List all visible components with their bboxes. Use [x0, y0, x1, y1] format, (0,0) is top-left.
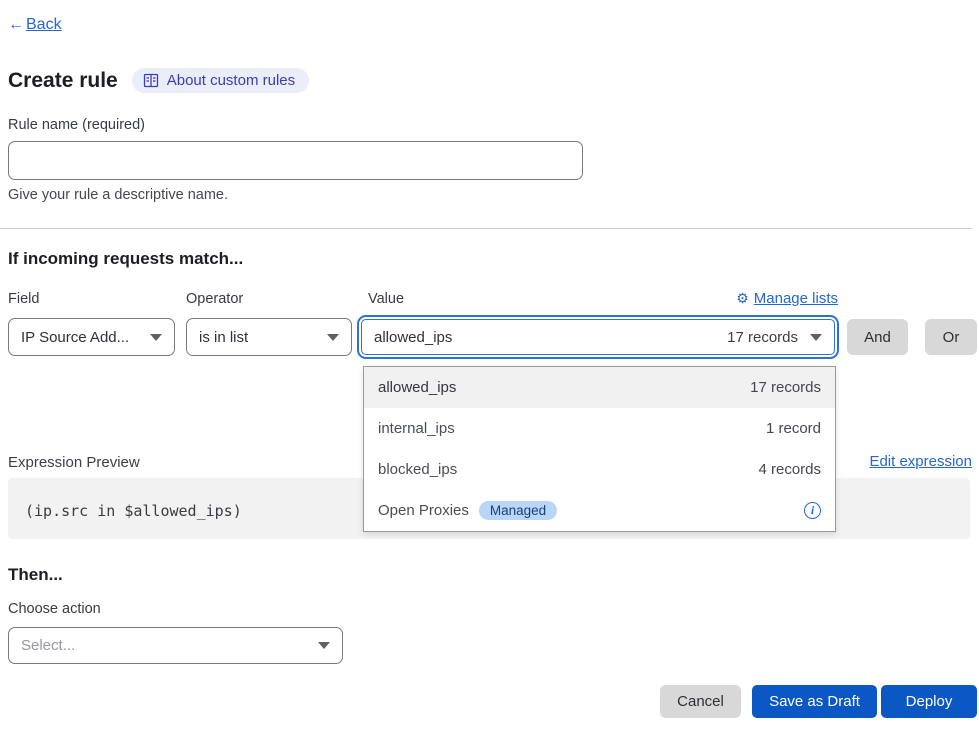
cancel-button[interactable]: Cancel [660, 685, 741, 718]
page-title: Create rule [8, 69, 118, 93]
manage-lists-label[interactable]: Manage lists [754, 290, 838, 307]
choose-action-label: Choose action [8, 601, 101, 617]
list-option-allowed-ips[interactable]: allowed_ips 17 records [364, 367, 835, 408]
list-option-internal-ips[interactable]: internal_ips 1 record [364, 408, 835, 449]
info-icon[interactable]: i [804, 502, 821, 519]
then-section-heading: Then... [8, 565, 63, 585]
list-option-records: 4 records [758, 461, 821, 478]
field-select[interactable]: IP Source Add... [8, 318, 175, 356]
action-select[interactable]: Select... [8, 627, 343, 664]
field-label: Field [8, 291, 39, 307]
list-dropdown: allowed_ips 17 records internal_ips 1 re… [363, 366, 836, 532]
operator-select[interactable]: is in list [186, 318, 352, 356]
save-as-draft-button[interactable]: Save as Draft [752, 685, 877, 718]
rule-name-input[interactable] [8, 141, 583, 180]
match-section-heading: If incoming requests match... [8, 249, 243, 269]
chevron-down-icon [810, 334, 822, 341]
back-arrow-icon: ← [8, 16, 24, 34]
operator-label: Operator [186, 291, 243, 307]
value-select-value: allowed_ips [374, 329, 452, 346]
list-option-blocked-ips[interactable]: blocked_ips 4 records [364, 449, 835, 490]
list-option-name: blocked_ips [378, 461, 457, 478]
manage-lists-link[interactable]: ⚙ Manage lists [736, 290, 838, 307]
value-label: Value [368, 291, 404, 307]
value-records-count: 17 records [727, 329, 798, 346]
about-custom-rules-link[interactable]: About custom rules [132, 68, 309, 93]
operator-select-value: is in list [199, 329, 248, 346]
and-button[interactable]: And [847, 319, 908, 355]
list-option-records: 1 record [766, 420, 821, 437]
create-rule-page: ←Back Create rule About custom rules Rul… [0, 0, 979, 739]
back-label[interactable]: Back [26, 16, 62, 33]
list-option-records: 17 records [750, 379, 821, 396]
managed-badge: Managed [479, 501, 557, 520]
list-option-name: internal_ips [378, 420, 455, 437]
list-option-name: allowed_ips [378, 379, 456, 396]
expression-code: (ip.src in $allowed_ips) [25, 502, 242, 520]
chevron-down-icon [327, 334, 339, 341]
book-icon [143, 73, 159, 88]
section-divider [0, 228, 972, 229]
edit-expression-link[interactable]: Edit expression [869, 453, 972, 470]
field-select-value: IP Source Add... [21, 329, 129, 346]
list-option-open-proxies[interactable]: Open Proxies Managed i [364, 490, 835, 531]
about-badge-label: About custom rules [167, 72, 295, 89]
list-option-name: Open Proxies [378, 502, 469, 519]
back-link[interactable]: ←Back [8, 16, 62, 34]
action-select-placeholder: Select... [21, 637, 75, 654]
chevron-down-icon [150, 334, 162, 341]
or-button[interactable]: Or [925, 319, 977, 355]
footer-actions: Cancel Save as Draft Deploy [0, 685, 979, 718]
deploy-button[interactable]: Deploy [881, 685, 977, 718]
value-select[interactable]: allowed_ips 17 records [357, 315, 839, 359]
expression-preview-label: Expression Preview [8, 454, 140, 471]
gear-icon: ⚙ [736, 290, 749, 307]
chevron-down-icon [318, 642, 330, 649]
rule-name-label: Rule name (required) [8, 117, 145, 133]
rule-name-helper: Give your rule a descriptive name. [8, 187, 228, 203]
